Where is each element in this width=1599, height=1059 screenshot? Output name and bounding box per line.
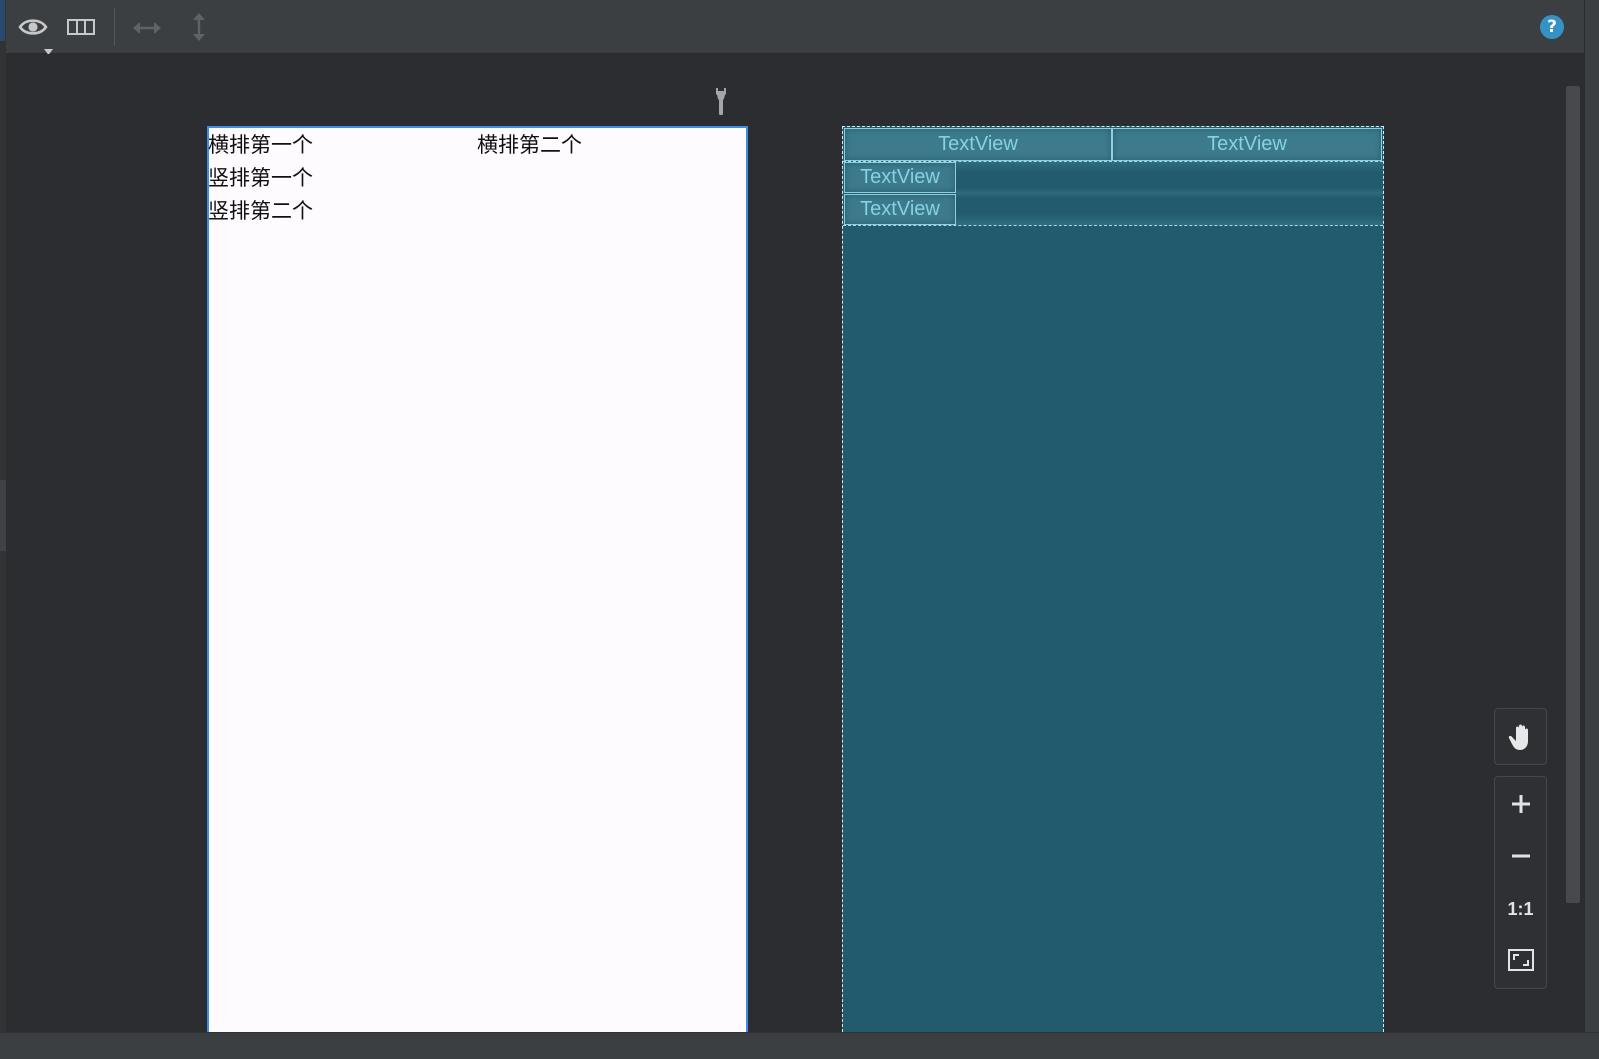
actual-size-button[interactable]: 1:1 — [1495, 889, 1546, 929]
eye-icon[interactable] — [18, 16, 48, 42]
hand-icon — [1495, 717, 1546, 757]
vertical-text-1[interactable]: 竖排第一个 — [208, 162, 313, 195]
columns-icon[interactable] — [67, 19, 95, 39]
blueprint-textview-row-2[interactable]: TextView — [1112, 128, 1382, 161]
zoom-out-button[interactable] — [1495, 838, 1546, 878]
right-tool-strip[interactable] — [1584, 0, 1599, 1059]
blueprint-textview-row-1[interactable]: TextView — [844, 128, 1112, 161]
zoom-controls: 1:1 — [1494, 776, 1547, 989]
blueprint-textview-column-1[interactable]: TextView — [844, 162, 956, 193]
blueprint-row-band — [955, 161, 1383, 225]
minus-icon — [1511, 846, 1531, 870]
layout-editor: ? 横排第一个 横排第二个 竖排第一个 竖排第二个 TextView TextV… — [0, 0, 1599, 1059]
fit-screen-button[interactable] — [1495, 942, 1546, 982]
wrench-icon[interactable] — [713, 88, 729, 120]
zoom-in-button[interactable] — [1495, 786, 1546, 826]
help-icon[interactable]: ? — [1540, 15, 1564, 39]
pan-button[interactable] — [1494, 708, 1547, 765]
vertical-text-2[interactable]: 竖排第二个 — [208, 195, 313, 228]
horizontal-text-1[interactable]: 横排第一个 — [208, 129, 313, 162]
vertical-scrollbar[interactable] — [1566, 86, 1580, 903]
blueprint-textview-column-2[interactable]: TextView — [844, 194, 956, 225]
actual-size-label: 1:1 — [1507, 898, 1534, 919]
horizontal-resize-icon[interactable] — [133, 20, 161, 39]
vertical-resize-icon[interactable] — [192, 13, 206, 45]
blueprint-guide-line — [843, 225, 1383, 226]
fit-screen-icon — [1507, 949, 1534, 975]
plus-icon — [1511, 794, 1531, 818]
left-strip-active-tab[interactable] — [0, 0, 5, 41]
horizontal-text-2[interactable]: 横排第二个 — [477, 129, 582, 162]
blueprint-surface[interactable]: TextView TextView TextView TextView — [842, 126, 1384, 1032]
design-surface[interactable]: 横排第一个 横排第二个 竖排第一个 竖排第二个 — [207, 126, 748, 1032]
design-toolbar: ? — [6, 0, 1584, 55]
toolbar-separator — [114, 8, 115, 46]
status-bar — [0, 1032, 1599, 1059]
